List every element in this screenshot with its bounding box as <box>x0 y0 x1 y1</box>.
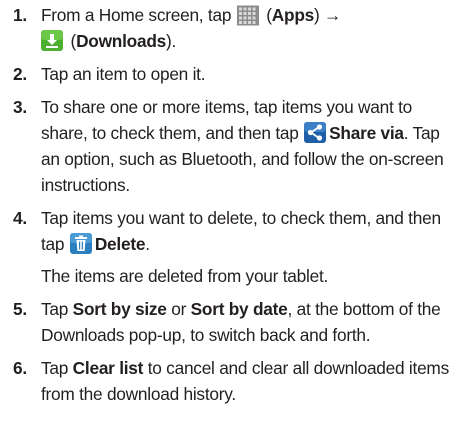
step-number: 6. <box>13 358 27 378</box>
step-note: The items are deleted from your tablet. <box>41 266 329 286</box>
delete-label: Delete <box>94 234 146 254</box>
step-number: 5. <box>13 299 27 319</box>
step-body: From a Home screen, tap (Apps) → (Downlo… <box>41 5 342 51</box>
step-number: 4. <box>13 208 27 228</box>
sort-by-size-label: Sort by size <box>72 299 167 319</box>
apps-label: Apps <box>271 5 314 25</box>
step-text: From a Home screen, tap <box>41 5 236 25</box>
share-via-label: Share via <box>329 123 404 143</box>
downloads-icon <box>41 30 63 51</box>
step-body: To share one or more items, tap items yo… <box>41 94 463 198</box>
share-icon <box>304 122 327 143</box>
downloads-label: Downloads <box>76 31 166 51</box>
step-text: To share one or more items, tap items yo… <box>41 97 412 117</box>
step-number: 3. <box>13 97 27 117</box>
step-number: 2. <box>13 64 27 84</box>
step-body: Tap items you want to delete, to check t… <box>41 205 463 289</box>
step-text: Tap an item to open it. <box>41 64 206 84</box>
trash-icon <box>69 233 92 254</box>
step-body: Tap Sort by size or Sort by date, at the… <box>41 299 441 345</box>
step-body: Tap Clear list to cancel and clear all d… <box>41 358 449 404</box>
clear-list-label: Clear list <box>72 358 144 378</box>
apps-grid-icon <box>236 5 259 26</box>
step-number: 1. <box>13 5 27 25</box>
sort-by-date-label: Sort by date <box>190 299 288 319</box>
instruction-list: 1. From a Home screen, tap (Apps) → (Dow… <box>0 0 471 431</box>
step-body: Tap an item to open it. <box>41 61 463 87</box>
step-text: Tap items you want to delete, to check t… <box>41 208 441 228</box>
